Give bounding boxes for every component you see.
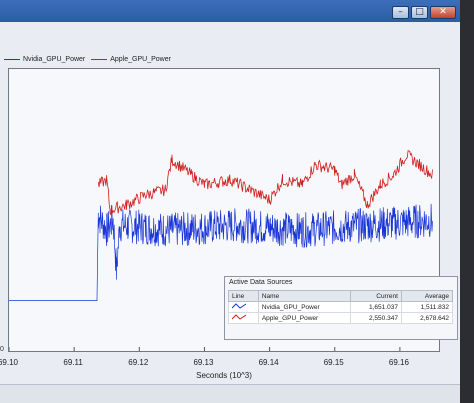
minimize-button[interactable]: – (392, 6, 409, 19)
x-tick-label-4: 69.14 (258, 358, 279, 367)
table-row[interactable]: Apple_GPU_Power 2,550.347 2,678.642 (228, 312, 454, 324)
column-header-name[interactable]: Name (257, 290, 351, 302)
x-tick-label-3: 69.13 (193, 358, 214, 367)
source-average: 2,678.642 (400, 312, 454, 324)
legend-item-apple: Apple_GPU_Power (91, 56, 171, 63)
line-swatch-icon (232, 314, 246, 320)
legend-label-apple: Apple_GPU_Power (110, 55, 171, 63)
line-swatch-icon (232, 303, 246, 309)
maximize-button[interactable]: □ (411, 6, 428, 19)
legend-line-nvidia (4, 58, 20, 60)
legend-line-apple (91, 58, 108, 60)
legend-label-nvidia: Nvidia_GPU_Power (23, 55, 86, 63)
source-current: 1,651.037 (349, 301, 402, 313)
x-tick-label-2: 69.12 (128, 358, 149, 367)
legend-item-nvidia: Nvidia_GPU_Power (4, 56, 85, 63)
y-tick-label-0: 0 (0, 346, 4, 353)
x-tick-label-6: 69.16 (388, 358, 409, 367)
chart-legend: Nvidia_GPU_Power Apple_GPU_Power (4, 54, 456, 64)
x-tick-label-1: 69.11 (63, 358, 83, 367)
active-data-sources-panel: Active Data Sources Line Name Current Av… (224, 276, 458, 340)
source-name: Nvidia_GPU_Power (257, 301, 351, 313)
data-sources-table: Line Name Current Average Nvidia_GPU_Pow… (228, 290, 454, 324)
table-row[interactable]: Nvidia_GPU_Power 1,651.037 1,511.832 (228, 301, 454, 313)
active-data-sources-title: Active Data Sources (229, 279, 293, 286)
source-current: 2,550.347 (349, 312, 402, 324)
graph-window: – □ ✕ Nvidia_GPU_Power Apple_GPU_Power 0… (0, 0, 460, 403)
column-header-average[interactable]: Average (400, 290, 454, 302)
column-header-line[interactable]: Line (228, 290, 259, 302)
x-axis-label: Seconds (10^3) (196, 371, 252, 380)
column-header-current[interactable]: Current (349, 290, 402, 302)
table-header-row: Line Name Current Average (228, 290, 454, 302)
x-tick-label-0: 69.10 (0, 358, 19, 367)
source-average: 1,511.832 (400, 301, 454, 313)
close-button[interactable]: ✕ (430, 6, 456, 19)
series-line-apple-gpu-power (97, 149, 433, 216)
line-swatch-cell (228, 301, 259, 313)
source-name: Apple_GPU_Power (257, 312, 351, 324)
window-controls: – □ ✕ (392, 6, 456, 19)
line-swatch-cell (228, 312, 259, 324)
window-title-bar: – □ ✕ (0, 0, 460, 22)
status-bar (0, 384, 460, 403)
x-tick-label-5: 69.15 (323, 358, 344, 367)
